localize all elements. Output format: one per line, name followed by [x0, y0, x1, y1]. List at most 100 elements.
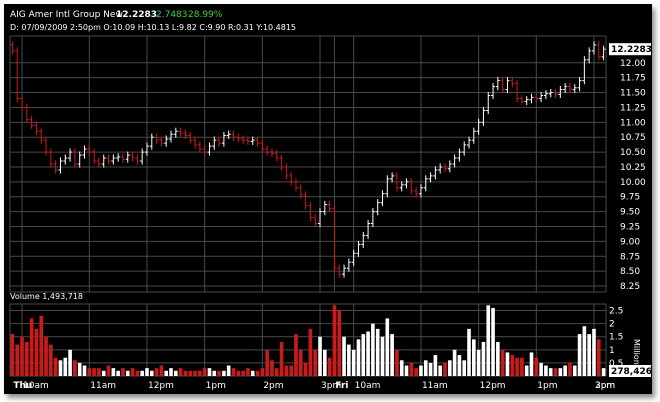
volume-bar	[452, 349, 457, 376]
ohlc-bar	[558, 86, 563, 98]
volume-bar	[39, 315, 44, 376]
last-price-box-label: 12.2283	[611, 45, 652, 55]
ohlc-bar	[572, 84, 577, 94]
volume-bar	[351, 349, 356, 376]
ohlc-bar	[58, 157, 63, 174]
ohlc-bar	[375, 199, 380, 216]
volume-bar	[582, 326, 587, 376]
volume-bar	[601, 368, 606, 376]
volume-bar	[217, 370, 221, 376]
ohlc-bar	[284, 163, 289, 180]
ohlc-bar	[20, 94, 25, 112]
price-tick-label: 8.50	[620, 267, 640, 277]
volume-bar	[63, 357, 68, 376]
x-tick-label: 10am	[23, 381, 49, 391]
volume-bar	[380, 336, 385, 376]
volume-bar	[44, 336, 48, 376]
volume-bar	[58, 360, 63, 376]
ohlc-bar	[390, 172, 395, 183]
volume-bar	[366, 331, 370, 376]
last-volume-box-label: 278,426	[611, 367, 652, 377]
volume-bar	[77, 362, 82, 376]
volume-bar	[534, 357, 539, 376]
volume-bar	[298, 349, 303, 376]
ohlc-bar	[293, 178, 298, 192]
volume-bar	[544, 365, 548, 376]
ohlc-bar	[452, 154, 457, 168]
price-tick-label: 10.50	[620, 148, 646, 158]
price-tick-label: 9.00	[620, 237, 640, 247]
ohlc-bar	[34, 121, 39, 135]
volume-bar	[212, 370, 217, 376]
volume-bar	[279, 341, 284, 376]
volume-bar	[318, 336, 322, 376]
volume-bar	[414, 368, 418, 376]
volume-bar	[202, 368, 207, 376]
ohlc-bar	[255, 136, 260, 147]
ohlc-bar	[250, 136, 255, 145]
volume-bar	[250, 370, 255, 376]
ohlc-bar	[495, 77, 500, 91]
volume-bar	[572, 365, 577, 376]
volume-bar	[510, 355, 515, 376]
ohlc-bar	[279, 154, 284, 171]
ohlc-bar	[217, 136, 222, 147]
volume-bar	[125, 370, 130, 376]
volume-bar	[270, 360, 274, 376]
volume-bar	[116, 370, 120, 376]
volume-bar	[505, 352, 510, 376]
ohlc-bar	[467, 136, 472, 149]
volume-bar	[419, 365, 423, 376]
volume-bar	[73, 360, 77, 376]
price-tick-label: 8.25	[620, 282, 640, 292]
volume-bar	[327, 357, 332, 376]
ohlc-bar	[101, 154, 106, 168]
ohlc-bar	[241, 135, 246, 144]
ohlc-bar	[77, 151, 82, 168]
ohlc-bar	[361, 231, 366, 248]
volume-bar	[486, 305, 491, 376]
ohlc-bar	[327, 200, 332, 213]
volume-bar	[130, 368, 135, 376]
ohlc-bar	[106, 154, 111, 165]
volume-bar	[111, 368, 116, 376]
price-tick-label: 8.75	[620, 252, 640, 262]
volume-bar	[462, 360, 467, 376]
ohlc-bar	[303, 191, 308, 210]
volume-bar	[443, 362, 447, 376]
volume-bar	[520, 357, 524, 376]
volume-bar	[236, 370, 241, 376]
volume-bar	[332, 305, 337, 376]
ohlc-bar	[582, 56, 587, 85]
volume-tick-label: 2.5	[609, 307, 623, 317]
volume-bar	[342, 336, 346, 376]
volume-bar	[409, 362, 414, 376]
volume-bar	[97, 368, 101, 376]
volume-bar	[577, 334, 582, 376]
ohlc-bar	[144, 142, 149, 156]
ohlc-bar	[543, 90, 548, 100]
ohlc-bar	[274, 149, 279, 162]
volume-tick-label: 2	[609, 320, 615, 330]
ohlc-bar	[596, 41, 601, 61]
volume-title: Volume 1,493,718	[10, 292, 83, 301]
ohlc-bar	[15, 47, 20, 103]
volume-bar	[159, 365, 164, 376]
ohlc-bar	[476, 118, 481, 135]
volume-bar	[496, 341, 500, 376]
price-tick-label: 9.25	[620, 223, 640, 233]
volume-bar	[308, 328, 313, 376]
volume-bar	[476, 349, 481, 376]
ohlc-bar	[269, 148, 274, 157]
volume-bar	[539, 362, 543, 376]
last-price: 12.2283	[116, 10, 157, 20]
volume-bar	[395, 349, 399, 376]
volume-bar	[101, 370, 106, 376]
x-tick-label: 1pm	[206, 381, 226, 391]
volume-bar	[371, 323, 375, 376]
ohlc-bar	[510, 77, 515, 88]
volume-bar	[241, 370, 245, 376]
volume-bar	[563, 365, 567, 376]
x-tick-label: 10am	[355, 381, 381, 391]
x-tick-label: 12pm	[480, 381, 506, 391]
